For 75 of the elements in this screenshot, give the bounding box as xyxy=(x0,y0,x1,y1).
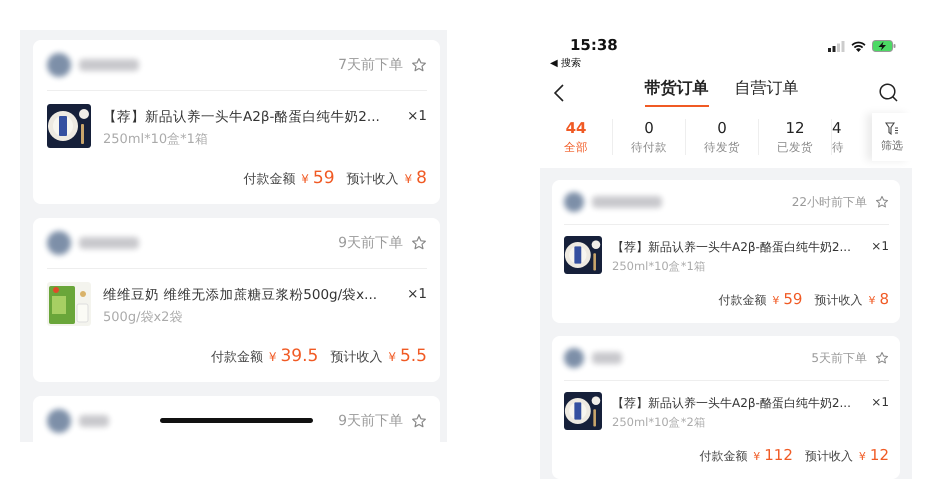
currency-sign: ¥ xyxy=(858,450,866,463)
avatar xyxy=(47,231,71,255)
avatar xyxy=(564,348,584,368)
tab[interactable]: 带货订单 xyxy=(644,78,708,107)
star-icon[interactable] xyxy=(411,57,427,73)
product-spec: 250ml*10盒*2箱 xyxy=(612,415,707,430)
blurred-shop-name xyxy=(79,415,109,427)
product-title: 【荐】新品认养一头牛A2β-酪蛋白纯牛奶2... xyxy=(612,395,851,412)
product-title: 【荐】新品认养一头牛A2β-酪蛋白纯牛奶2... xyxy=(612,239,851,256)
product-spec: 250ml*10盒*1箱 xyxy=(103,131,209,148)
quantity: ×1 xyxy=(871,238,889,255)
blurred-shop-name xyxy=(79,59,139,71)
income-label: 预计收入 xyxy=(346,171,399,188)
filter-icon xyxy=(885,122,899,134)
order-time: 9天前下单 xyxy=(338,412,403,430)
payment-amount: 112 xyxy=(764,446,793,464)
star-icon[interactable] xyxy=(875,195,889,209)
currency-sign: ¥ xyxy=(301,172,309,186)
battery-charging-icon xyxy=(872,40,896,52)
signal-icon xyxy=(828,40,845,52)
back-chevron-icon[interactable] xyxy=(554,84,564,102)
avatar xyxy=(47,53,71,77)
wifi-icon xyxy=(851,40,866,52)
income-amount: 8 xyxy=(879,290,889,308)
star-icon[interactable] xyxy=(875,351,889,365)
payment-label: 付款金额 xyxy=(718,292,766,309)
order-time: 5天前下单 xyxy=(811,350,867,366)
status-filter-tab[interactable]: 0 待发货 xyxy=(686,119,759,155)
blurred-shop-name xyxy=(592,196,662,208)
income-label: 预计收入 xyxy=(804,448,853,465)
quantity: ×1 xyxy=(407,107,427,126)
star-icon[interactable] xyxy=(411,413,427,429)
order-time: 9天前下单 xyxy=(338,234,403,252)
payment-amount: 39.5 xyxy=(280,346,318,366)
blurred-shop-name xyxy=(592,352,622,364)
avatar xyxy=(564,192,584,212)
order-card[interactable]: 5天前下单 【荐】新品认养一头牛A2β-酪蛋白纯牛奶2... ×1 250ml*10盒*2箱 付款金额 ¥ 112 预计收入 ¥ 12 xyxy=(552,336,900,479)
currency-sign: ¥ xyxy=(753,450,760,463)
status-filter-tab[interactable]: 12 已发货 xyxy=(759,119,832,155)
product-spec: 250ml*10盒*1箱 xyxy=(612,259,707,274)
status-filter-tab[interactable]: 0 待付款 xyxy=(613,119,686,155)
back-to-app-link[interactable]: ◀ 搜索 xyxy=(550,56,618,70)
currency-sign: ¥ xyxy=(868,294,876,307)
income-amount: 12 xyxy=(870,446,889,464)
order-time: 22小时前下单 xyxy=(792,194,867,210)
currency-sign: ¥ xyxy=(388,350,396,364)
search-icon[interactable] xyxy=(879,83,898,102)
avatar xyxy=(47,409,71,433)
blurred-shop-name xyxy=(79,237,139,249)
payment-label: 付款金额 xyxy=(243,171,296,188)
product-title: 【荐】新品认养一头牛A2β-酪蛋白纯牛奶2... xyxy=(103,108,380,126)
quantity: ×1 xyxy=(871,394,889,411)
currency-sign: ¥ xyxy=(404,172,412,186)
status-filter-tab[interactable]: 4 待 xyxy=(832,119,862,155)
income-amount: 8 xyxy=(416,168,427,188)
star-icon[interactable] xyxy=(411,235,427,251)
order-card[interactable]: 22小时前下单 【荐】新品认养一头牛A2β-酪蛋白纯牛奶2... ×1 250ml*10盒*1箱 付款金额 ¥ 59 预计收入 ¥ 8 xyxy=(552,180,900,323)
order-time: 7天前下单 xyxy=(338,56,403,74)
income-label: 预计收入 xyxy=(814,292,862,309)
income-amount: 5.5 xyxy=(400,346,427,366)
tab[interactable]: 自营订单 xyxy=(734,78,798,107)
filter-button[interactable]: 筛选 xyxy=(872,113,912,161)
currency-sign: ¥ xyxy=(772,294,780,307)
order-card[interactable]: 9天前下单 维维豆奶 维维无添加蔗糖豆浆粉500g/袋x... ×1 500g/袋x2袋 付款金额 ¥ 39.5 预计收入 ¥ 5.5 xyxy=(33,218,440,382)
product-spec: 500g/袋x2袋 xyxy=(103,309,184,326)
product-title: 维维豆奶 维维无添加蔗糖豆浆粉500g/袋x... xyxy=(103,286,378,304)
order-card[interactable]: 7天前下单 【荐】新品认养一头牛A2β-酪蛋白纯牛奶2... ×1 250ml*10盒*1箱 付款金额 ¥ 59 预计收入 ¥ 8 xyxy=(33,40,440,204)
payment-amount: 59 xyxy=(783,290,802,308)
status-time: 15:38 xyxy=(569,36,618,54)
payment-label: 付款金额 xyxy=(210,349,263,366)
payment-label: 付款金额 xyxy=(699,448,748,465)
currency-sign: ¥ xyxy=(268,350,276,364)
quantity: ×1 xyxy=(407,285,427,304)
payment-amount: 59 xyxy=(312,168,335,188)
income-label: 预计收入 xyxy=(330,349,382,366)
